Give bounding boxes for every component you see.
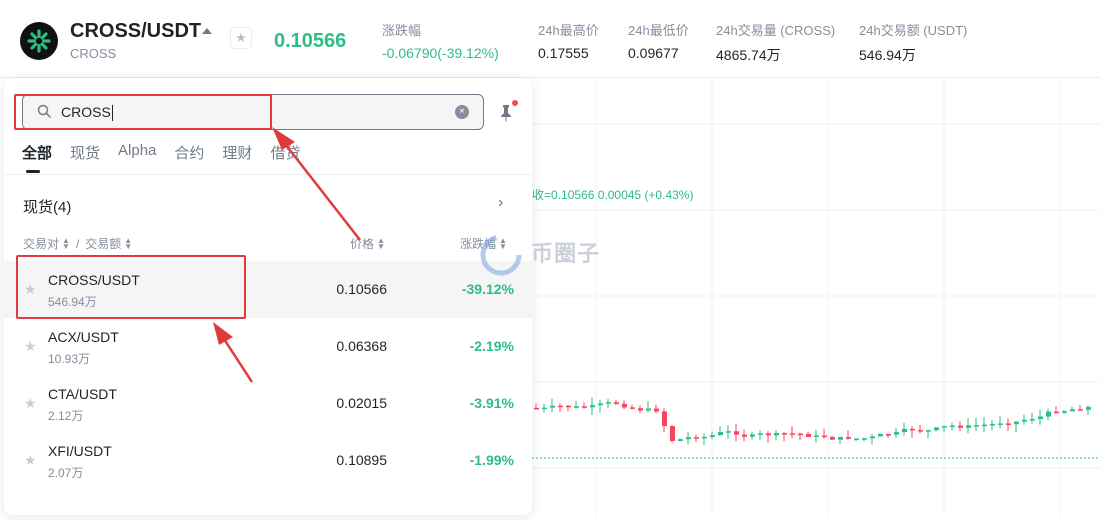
arrow-to-row-line <box>220 335 254 383</box>
arrow-to-search-head <box>272 127 295 150</box>
watermark-logo-icon <box>480 234 522 276</box>
watermark-text: 币圈子 <box>531 240 601 266</box>
watermark: 币圈子 <box>478 232 600 278</box>
arrow-to-search-line <box>281 139 361 241</box>
arrow-to-row-head <box>213 322 233 345</box>
